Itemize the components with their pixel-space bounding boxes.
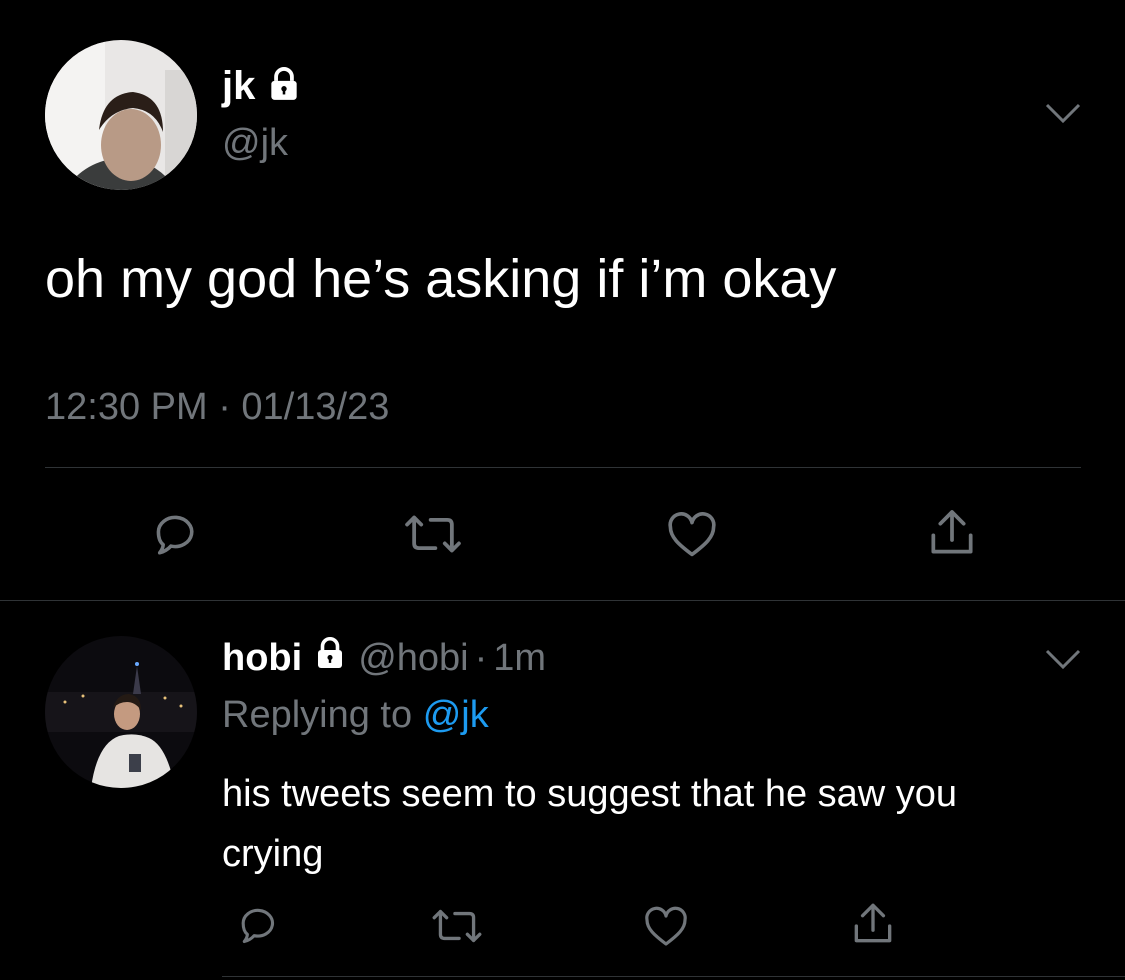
avatar[interactable] bbox=[45, 636, 197, 788]
tweet-timestamp[interactable]: 12:30 PM · 01/13/23 bbox=[45, 386, 389, 429]
replying-handle-link[interactable]: @jk bbox=[423, 694, 489, 736]
lock-icon bbox=[265, 65, 303, 108]
like-icon[interactable] bbox=[640, 904, 692, 948]
like-icon[interactable] bbox=[663, 508, 721, 560]
share-icon[interactable] bbox=[846, 898, 900, 950]
replying-prefix: Replying to bbox=[222, 694, 413, 736]
retweet-icon[interactable] bbox=[426, 904, 488, 948]
chevron-down-icon[interactable] bbox=[1040, 98, 1086, 128]
reply-icon[interactable] bbox=[145, 508, 201, 560]
lock-icon bbox=[312, 635, 348, 681]
reply-icon[interactable] bbox=[232, 902, 280, 948]
divider bbox=[45, 467, 1081, 468]
section-divider bbox=[0, 600, 1125, 601]
reply-header: hobi @hobi · 1m bbox=[222, 634, 546, 682]
separator: · bbox=[474, 636, 488, 679]
display-name-row: jk bbox=[222, 64, 303, 108]
avatar[interactable] bbox=[45, 40, 197, 190]
time-ago[interactable]: 1m bbox=[493, 637, 546, 680]
bottom-divider bbox=[222, 976, 1125, 977]
tweet-text: oh my god he’s asking if i’m okay bbox=[45, 249, 837, 309]
share-icon[interactable] bbox=[922, 504, 982, 562]
handle[interactable]: @jk bbox=[222, 122, 288, 165]
tweet-text: his tweets seem to suggest that he saw y… bbox=[222, 773, 958, 875]
display-name[interactable]: jk bbox=[222, 64, 255, 109]
retweet-icon[interactable] bbox=[398, 508, 468, 560]
replying-to: Replying to @jk bbox=[222, 694, 489, 737]
display-name[interactable]: hobi bbox=[222, 637, 302, 680]
handle[interactable]: @hobi bbox=[358, 637, 468, 680]
chevron-down-icon[interactable] bbox=[1040, 644, 1086, 674]
